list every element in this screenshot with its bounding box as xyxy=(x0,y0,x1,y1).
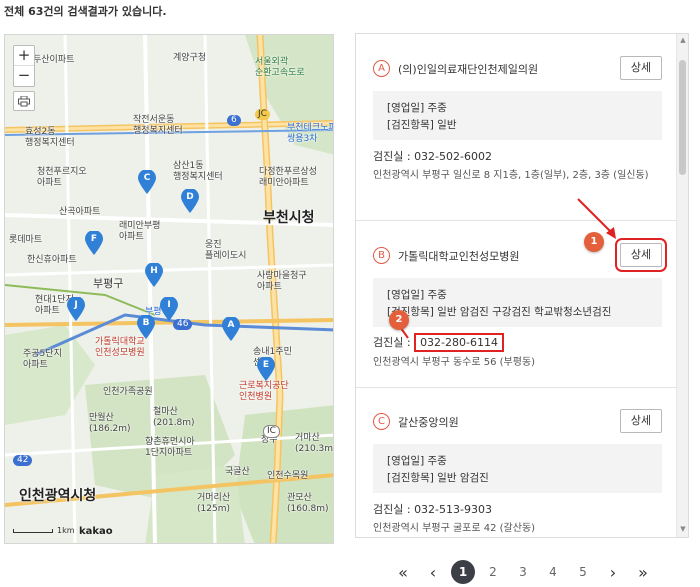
business-day: [영업일] 주중 xyxy=(387,455,447,467)
map-pin-f[interactable]: F xyxy=(85,231,103,255)
map-label: 인천광역시청 xyxy=(19,488,97,504)
clinic-info-box: [영업일] 주중 [검진항목] 일반 xyxy=(373,91,662,140)
scroll-up-icon[interactable]: ▲ xyxy=(677,36,688,46)
detail-button[interactable]: 상세 xyxy=(620,409,662,433)
route-shield: 6 xyxy=(227,115,241,126)
checkup-items: [검진항목] 일반 암검진 구강검진 학교밖청소년검진 xyxy=(387,306,612,318)
scroll-thumb[interactable] xyxy=(679,60,686,175)
page-3-button[interactable]: 3 xyxy=(508,565,538,579)
phone-row: 검진실 : 032-513-9303 xyxy=(373,501,492,517)
prev-page-button[interactable]: ‹ xyxy=(418,563,448,582)
phone-number: 032-513-9303 xyxy=(414,503,492,516)
checkup-items: [검진항목] 일반 암검진 xyxy=(387,472,489,484)
page-4-button[interactable]: 4 xyxy=(538,565,568,579)
map-pin-d[interactable]: D xyxy=(181,189,199,213)
page-5-button[interactable]: 5 xyxy=(568,565,598,579)
result-letter-badge: B xyxy=(373,247,390,264)
business-day: [영업일] 주중 xyxy=(387,102,447,114)
map-label: 롯데마트 xyxy=(9,235,43,245)
map-label: 사랑마을청구 아파트 xyxy=(257,271,307,292)
result-summary: 전체 63건의 검색결과가 있습니다. xyxy=(4,5,167,18)
zoom-control: + − xyxy=(13,45,35,87)
map-label: 래미안부평 아파트 xyxy=(119,221,161,242)
map-label: 주공5단지 아파트 xyxy=(23,349,62,370)
scroll-down-icon[interactable]: ▼ xyxy=(677,525,688,535)
map-label: 부천테크노파크 쌍용3차 xyxy=(287,123,333,144)
zoom-in-button[interactable]: + xyxy=(14,46,34,66)
result-item: C 갈산중앙의원 상세 [영업일] 주중 [검진항목] 일반 암검진 검진실 :… xyxy=(356,388,678,537)
map-pin-a[interactable]: A xyxy=(222,317,240,341)
map-label: 인천수목원 xyxy=(267,471,309,481)
clinic-name[interactable]: 갈산중앙의원 xyxy=(398,414,459,430)
phone-label: 검진실 : xyxy=(373,503,415,516)
detail-button[interactable]: 상세 xyxy=(620,56,662,80)
last-page-button[interactable]: » xyxy=(628,563,658,582)
phone-number: 032-280-6114 xyxy=(414,333,504,352)
first-page-button[interactable]: « xyxy=(388,563,418,582)
map-label: 부천시청 xyxy=(263,210,315,226)
map-pin-i[interactable]: I xyxy=(160,297,178,321)
result-letter-badge: A xyxy=(373,60,390,77)
map-label: 한신휴아파트 xyxy=(27,255,77,265)
map-label: 서울외곽 순환고속도로 xyxy=(255,57,305,78)
phone-label: 검진실 : xyxy=(373,150,415,163)
checkup-items: [검진항목] 일반 xyxy=(387,119,457,131)
clinic-address: 인천광역시 부평구 굴포로 42 (갈산동) xyxy=(373,523,536,534)
map-label: 작전서운동 행정복지센터 xyxy=(133,115,183,136)
pagination: « ‹ 1 2 3 4 5 › » xyxy=(388,560,658,584)
map-label: 웅진 플레이도시 xyxy=(205,240,247,261)
map-view[interactable]: 계양구청 서울외곽 순환고속도로 두산이파트 효성2동 행정복지센터 작전서운동… xyxy=(4,34,334,544)
map-label: 삼산1동 행정복지센터 xyxy=(173,161,223,182)
phone-number: 032-502-6002 xyxy=(414,150,492,163)
map-label: 거마산 (210.3m) xyxy=(295,433,334,454)
map-pin-b[interactable]: B xyxy=(137,315,155,339)
map-label: 다정한푸르상성 래미안아파트 xyxy=(259,167,317,188)
map-label: 효성2동 행정복지센터 xyxy=(25,127,75,148)
clinic-info-box: [영업일] 주중 [검진항목] 일반 암검진 xyxy=(373,444,662,493)
result-item: B 가톨릭대학교인천성모병원 상세 [영업일] 주중 [검진항목] 일반 암검진… xyxy=(356,221,678,388)
map-label: 산곡아파트 xyxy=(59,207,101,217)
zoom-out-button[interactable]: − xyxy=(14,66,34,86)
map-label: 두산이파트 xyxy=(33,55,75,65)
phone-row: 검진실 : 032-502-6002 xyxy=(373,148,492,164)
interchange-shield: IC xyxy=(263,425,280,438)
map-scale: 1km xyxy=(13,526,75,535)
page-1-button[interactable]: 1 xyxy=(448,560,478,584)
map-pin-j[interactable]: J xyxy=(67,297,85,321)
map-label: 계양구청 xyxy=(173,53,207,63)
clinic-address: 인천광역시 부평구 일신로 8 지1층, 1층(일부), 2층, 3층 (일신동… xyxy=(373,170,649,181)
annotation-marker-2: 2 xyxy=(389,310,409,330)
list-scrollbar[interactable]: ▲ ▼ xyxy=(676,34,688,537)
junction-shield: JC xyxy=(255,109,270,120)
clinic-name[interactable]: (의)인일의료재단인천제일의원 xyxy=(398,61,538,77)
result-list-panel[interactable]: A (의)인일의료재단인천제일의원 상세 [영업일] 주중 [검진항목] 일반 … xyxy=(355,33,689,538)
map-label: 거머리산 (125m) xyxy=(197,493,231,514)
map-label: 부평구 xyxy=(93,277,124,290)
annotation-marker-1: 1 xyxy=(584,232,604,252)
map-pin-c[interactable]: C xyxy=(138,170,156,194)
map-label: 가톨릭대학교 인천성모병원 xyxy=(95,337,145,358)
clinic-address: 인천광역시 부평구 동수로 56 (부평동) xyxy=(373,357,536,368)
clinic-name[interactable]: 가톨릭대학교인천성모병원 xyxy=(398,248,519,264)
business-day: [영업일] 주중 xyxy=(387,289,447,301)
map-label: 인천가족공원 xyxy=(103,387,153,397)
map-label: 철마산 (201.8m) xyxy=(153,407,195,428)
map-label: 만월산 (186.2m) xyxy=(89,413,131,434)
page-2-button[interactable]: 2 xyxy=(478,565,508,579)
next-page-button[interactable]: › xyxy=(598,563,628,582)
print-icon[interactable] xyxy=(13,91,35,111)
map-label: 관모산 (160.8m) xyxy=(287,493,329,514)
map-label: 국골산 xyxy=(225,467,250,477)
route-shield: 42 xyxy=(13,455,33,466)
detail-button[interactable]: 상세 xyxy=(615,238,667,272)
map-label: 향촌휴먼시아 1단지아파트 xyxy=(145,437,195,458)
map-pin-e[interactable]: E xyxy=(257,357,275,381)
result-item: A (의)인일의료재단인천제일의원 상세 [영업일] 주중 [검진항목] 일반 … xyxy=(356,34,678,221)
map-label: 근로복지공단 인천병원 xyxy=(239,381,289,402)
result-letter-badge: C xyxy=(373,413,390,430)
map-brand-logo: kakao xyxy=(79,526,113,537)
map-pin-h[interactable]: H xyxy=(145,263,163,287)
map-label: 청천푸르지오 아파트 xyxy=(37,167,87,188)
